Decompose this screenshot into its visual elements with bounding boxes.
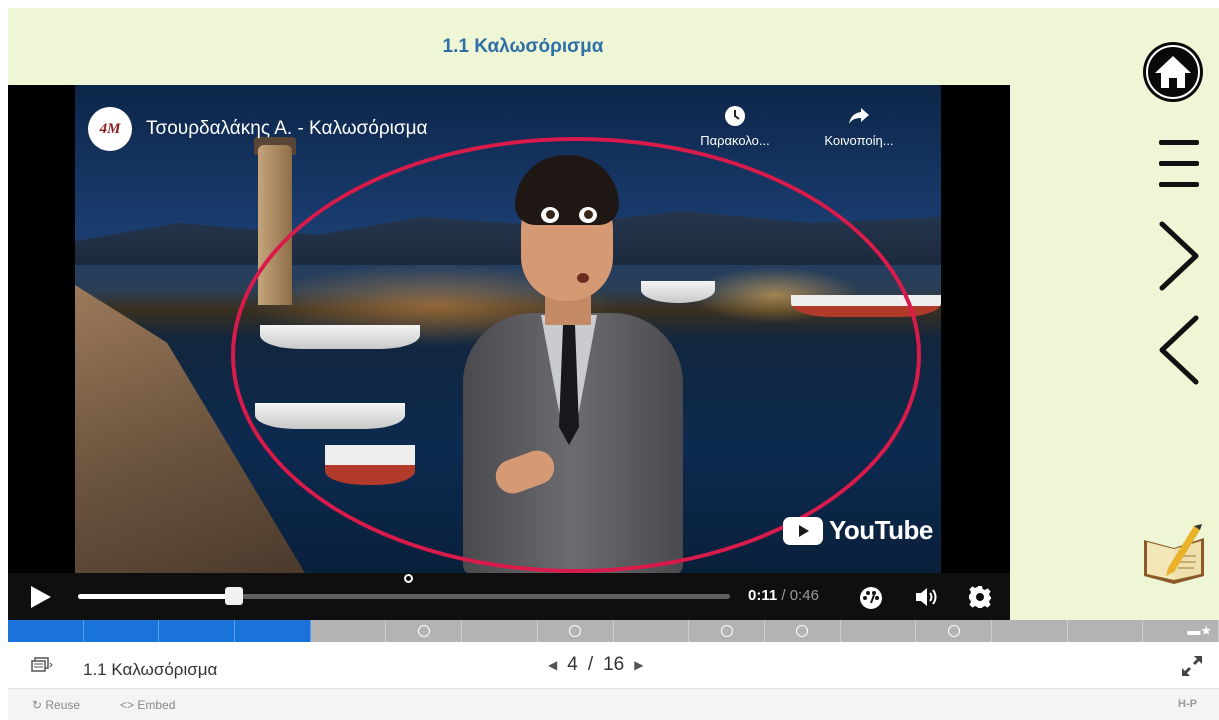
- current-page: 4: [567, 654, 578, 675]
- h5p-action-bar: ↻ Reuse <> Embed H-P: [8, 688, 1219, 720]
- reuse-label: Reuse: [45, 698, 81, 712]
- time-separator: /: [777, 587, 790, 604]
- progress-segment[interactable]: [916, 620, 992, 642]
- settings-gear-icon[interactable]: [968, 585, 992, 609]
- slide-area: 1.1 Καλωσόρισμα 4M Τσουρδαλάκης Α. - Καλ…: [8, 8, 1219, 620]
- seek-marker: [404, 574, 413, 583]
- youtube-play-icon: [783, 516, 823, 545]
- seek-handle[interactable]: [224, 587, 243, 605]
- progress-segment[interactable]: [8, 620, 84, 642]
- reuse-icon: ↻: [32, 698, 46, 712]
- video-player[interactable]: 4M Τσουρδαλάκης Α. - Καλωσόρισμα Παρακολ…: [8, 85, 1010, 620]
- chevron-right-icon[interactable]: [1156, 220, 1202, 292]
- interaction-dot-icon: [569, 625, 582, 637]
- embed-label: Embed: [137, 698, 176, 712]
- progress-segment[interactable]: [689, 620, 765, 642]
- playback-speed-icon[interactable]: [858, 585, 884, 609]
- clock-icon: [725, 106, 745, 126]
- next-slide-icon[interactable]: ▶: [634, 658, 643, 672]
- progress-segment[interactable]: [386, 620, 463, 642]
- page-separator: /: [587, 654, 594, 675]
- progress-segment[interactable]: [311, 620, 387, 642]
- previous-slide-icon[interactable]: ◀: [548, 658, 557, 672]
- youtube-brand-text: YouTube: [829, 515, 933, 545]
- seek-bar-played: [78, 594, 234, 599]
- share-label: Κοινοποίη...: [824, 133, 894, 148]
- slide-title: 1.1 Καλωσόρισμα: [442, 36, 604, 57]
- video-title[interactable]: Τσουρδαλάκης Α. - Καλωσόρισμα: [146, 118, 428, 140]
- progress-segment[interactable]: [614, 620, 690, 642]
- summary-star-icon: ▬★: [1187, 623, 1212, 638]
- chevron-left-icon[interactable]: [1156, 314, 1202, 386]
- channel-avatar[interactable]: 4M: [88, 107, 132, 151]
- total-pages: 16: [603, 654, 625, 675]
- reuse-button[interactable]: ↻ Reuse: [32, 698, 80, 712]
- progress-segment[interactable]: [159, 620, 236, 642]
- progress-segment[interactable]: ▬★: [1143, 620, 1219, 642]
- footer-slide-title: 1.1 Καλωσόρισμα: [83, 660, 218, 679]
- fullscreen-icon[interactable]: [1180, 654, 1204, 678]
- duration: 0:46: [789, 587, 819, 604]
- embed-button[interactable]: <> Embed: [120, 698, 175, 712]
- watch-later-label: Παρακολο...: [700, 133, 770, 148]
- progress-segment[interactable]: [765, 620, 841, 642]
- share-icon: [849, 108, 869, 124]
- interaction-dot-icon: [417, 625, 430, 637]
- notebook-icon[interactable]: [1138, 518, 1210, 590]
- time-display: 0:11 / 0:46: [748, 587, 819, 604]
- highlight-ellipse: [231, 137, 921, 573]
- youtube-logo[interactable]: YouTube: [783, 515, 933, 546]
- progress-segment[interactable]: [992, 620, 1068, 642]
- h5p-logo[interactable]: H-P: [1178, 698, 1197, 710]
- play-icon[interactable]: [28, 585, 52, 609]
- menu-icon[interactable]: [1156, 136, 1202, 192]
- embed-icon: <>: [120, 698, 138, 712]
- slide-progress-bar[interactable]: ▬★: [8, 620, 1219, 642]
- progress-segment[interactable]: [538, 620, 614, 642]
- current-time: 0:11: [748, 587, 778, 604]
- table-of-contents-icon[interactable]: [30, 657, 54, 675]
- pager: ◀ 4 / 16 ▶: [548, 654, 643, 676]
- interaction-dot-icon: [947, 625, 960, 637]
- progress-segment[interactable]: [1068, 620, 1144, 642]
- progress-segment[interactable]: [841, 620, 917, 642]
- share-button[interactable]: Κοινοποίη...: [804, 105, 914, 148]
- seek-bar[interactable]: [78, 574, 730, 605]
- footer-nav: 1.1 Καλωσόρισμα ◀ 4 / 16 ▶: [8, 642, 1219, 688]
- progress-segment[interactable]: [235, 620, 311, 642]
- volume-icon[interactable]: [914, 585, 940, 609]
- watch-later-button[interactable]: Παρακολο...: [680, 105, 790, 148]
- interaction-dot-icon: [796, 625, 809, 637]
- video-controls: 0:11 / 0:46: [8, 573, 1010, 620]
- video-title-bar[interactable]: 4M Τσουρδαλάκης Α. - Καλωσόρισμα: [88, 107, 428, 151]
- interaction-dot-icon: [720, 625, 733, 637]
- home-icon[interactable]: [1141, 40, 1205, 104]
- presentation-root: 1.1 Καλωσόρισμα 4M Τσουρδαλάκης Α. - Καλ…: [0, 0, 1219, 720]
- progress-segment[interactable]: [462, 620, 538, 642]
- video-frame[interactable]: [75, 85, 941, 573]
- progress-segment[interactable]: [83, 620, 160, 642]
